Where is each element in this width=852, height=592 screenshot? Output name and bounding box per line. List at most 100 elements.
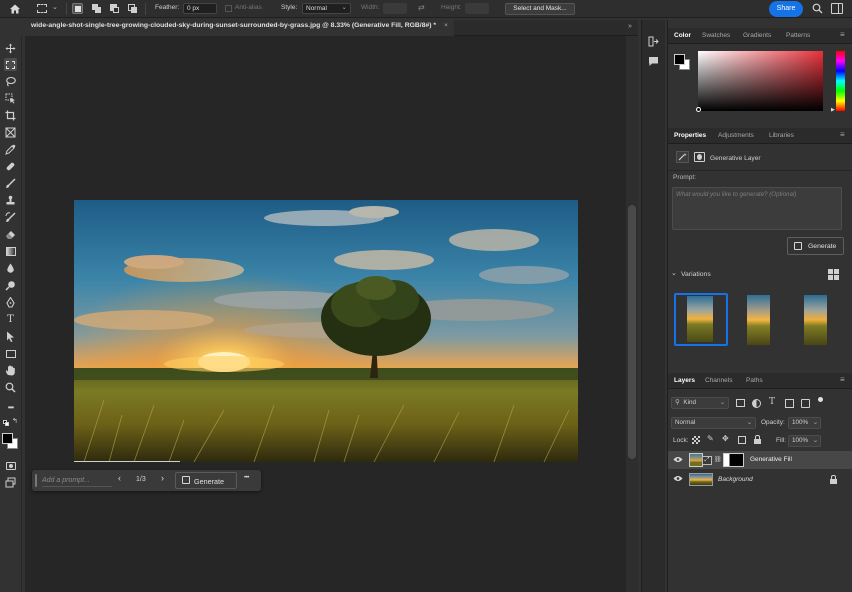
eraser-tool-icon[interactable]: [4, 228, 17, 241]
antialias-checkbox[interactable]: [225, 5, 232, 12]
properties-generate-button[interactable]: Generate: [787, 237, 844, 255]
style-select[interactable]: Normal ⌄: [302, 3, 351, 14]
comments-panel-icon[interactable]: [648, 56, 659, 67]
layer-filter-select[interactable]: ⚲ Kind ⌄: [671, 397, 729, 409]
marquee-tool-icon[interactable]: [4, 58, 17, 71]
foreground-color-swatch[interactable]: [2, 433, 13, 444]
search-icon[interactable]: [812, 3, 823, 14]
swap-colors-icon[interactable]: ↰: [12, 417, 18, 425]
tab-paths[interactable]: Paths: [746, 377, 763, 384]
canvas-image[interactable]: [74, 200, 578, 462]
chevron-down-icon[interactable]: ⌄: [52, 3, 58, 11]
foreground-color-chip[interactable]: [674, 54, 685, 65]
healing-brush-tool-icon[interactable]: [4, 160, 17, 173]
filter-type-icon[interactable]: T: [769, 397, 775, 407]
intersect-selection-icon[interactable]: [127, 3, 138, 14]
filter-adjustment-icon[interactable]: [752, 399, 761, 408]
more-tools-icon[interactable]: •••: [4, 401, 17, 414]
layers-empty-area[interactable]: [668, 489, 852, 592]
tab-layers[interactable]: Layers: [674, 377, 695, 384]
scrollbar-thumb[interactable]: [628, 205, 636, 459]
tab-color[interactable]: Color: [674, 32, 691, 39]
workspace-icon[interactable]: [831, 3, 843, 14]
type-tool-icon[interactable]: T: [4, 313, 17, 326]
lock-transparency-icon[interactable]: [692, 436, 700, 444]
crop-tool-icon[interactable]: [4, 109, 17, 122]
prompt-input[interactable]: Add a prompt...: [42, 474, 112, 487]
height-input[interactable]: [465, 3, 489, 14]
default-colors-icon[interactable]: [3, 420, 9, 426]
visibility-eye-icon[interactable]: [673, 475, 683, 482]
chevron-double-icon[interactable]: »: [628, 23, 632, 30]
document-tab[interactable]: wide-angle-shot-single-tree-growing-clou…: [25, 20, 454, 36]
color-field[interactable]: [698, 51, 823, 111]
move-tool-icon[interactable]: [4, 42, 17, 55]
eyedropper-tool-icon[interactable]: [4, 143, 17, 156]
pen-tool-icon[interactable]: [4, 296, 17, 309]
clone-stamp-tool-icon[interactable]: [4, 194, 17, 207]
close-icon[interactable]: ×: [444, 22, 448, 29]
add-to-selection-icon[interactable]: [91, 3, 102, 14]
screen-mode-icon[interactable]: [4, 476, 17, 489]
layer-row-generative-fill[interactable]: ⤢ ⛓ Generative Fill: [668, 451, 852, 469]
tab-channels[interactable]: Channels: [705, 377, 732, 384]
share-button[interactable]: Share: [769, 1, 803, 17]
collapse-chevron-icon[interactable]: ⌄: [671, 269, 677, 277]
hue-slider-handle[interactable]: ▶: [831, 107, 835, 113]
path-selection-tool-icon[interactable]: [4, 330, 17, 343]
panel-menu-icon[interactable]: ≡: [840, 30, 845, 39]
layer-mask-thumbnail[interactable]: [723, 453, 744, 467]
width-input[interactable]: [383, 3, 407, 14]
blur-tool-icon[interactable]: [4, 262, 17, 275]
rectangular-marquee-preset-icon[interactable]: [37, 4, 47, 13]
layer-name[interactable]: Generative Fill: [750, 456, 792, 463]
lock-image-icon[interactable]: ✎: [707, 434, 714, 443]
variation-thumbnail-3[interactable]: [804, 295, 827, 345]
tab-libraries[interactable]: Libraries: [769, 132, 794, 139]
hue-slider[interactable]: [836, 51, 845, 111]
new-selection-icon[interactable]: [72, 3, 83, 14]
lasso-tool-icon[interactable]: [4, 75, 17, 88]
variation-thumbnail-1[interactable]: [674, 293, 728, 346]
hand-tool-icon[interactable]: [4, 364, 17, 377]
filter-toggle-icon[interactable]: [818, 397, 823, 402]
history-brush-tool-icon[interactable]: [4, 211, 17, 224]
dodge-tool-icon[interactable]: [4, 279, 17, 292]
filter-pixel-icon[interactable]: [736, 399, 745, 407]
opacity-input[interactable]: 100% ⌄: [788, 417, 821, 429]
object-selection-tool-icon[interactable]: [4, 92, 17, 105]
previous-variation-icon[interactable]: ‹: [118, 473, 121, 483]
layer-name[interactable]: Background: [718, 476, 753, 483]
panel-menu-icon[interactable]: ≡: [840, 375, 845, 384]
chain-link-icon[interactable]: ⛓: [714, 456, 722, 463]
home-icon[interactable]: [9, 3, 21, 15]
gradient-tool-icon[interactable]: [4, 245, 17, 258]
zoom-tool-icon[interactable]: [4, 381, 17, 394]
tab-adjustments[interactable]: Adjustments: [718, 132, 754, 139]
frame-tool-icon[interactable]: [4, 126, 17, 139]
visibility-eye-icon[interactable]: [673, 456, 683, 463]
prompt-textarea[interactable]: What would you like to generate? (Option…: [672, 187, 842, 230]
swap-dimensions-icon[interactable]: ⇄: [418, 3, 425, 12]
tab-patterns[interactable]: Patterns: [786, 32, 810, 39]
tab-properties[interactable]: Properties: [674, 132, 706, 139]
drag-handle[interactable]: [35, 474, 37, 487]
tab-gradients[interactable]: Gradients: [743, 32, 771, 39]
feather-input[interactable]: 0 px: [183, 3, 217, 14]
tab-swatches[interactable]: Swatches: [702, 32, 730, 39]
blend-mode-select[interactable]: Normal ⌄: [671, 417, 756, 429]
quick-mask-icon[interactable]: [4, 459, 17, 472]
layer-row-background[interactable]: Background: [668, 470, 852, 488]
fill-input[interactable]: 100% ⌄: [788, 435, 821, 447]
history-panel-icon[interactable]: [648, 36, 659, 47]
subtract-from-selection-icon[interactable]: [109, 3, 120, 14]
lock-all-icon[interactable]: [754, 435, 761, 444]
variation-thumbnail-2[interactable]: [747, 295, 770, 345]
select-and-mask-button[interactable]: Select and Mask...: [505, 3, 575, 15]
lock-artboard-icon[interactable]: [738, 436, 746, 444]
grid-view-icon[interactable]: [828, 269, 839, 280]
lock-position-icon[interactable]: ✥: [722, 434, 729, 443]
generate-button[interactable]: Generate: [175, 472, 237, 489]
brush-tool-icon[interactable]: [4, 177, 17, 190]
panel-menu-icon[interactable]: ≡: [840, 130, 845, 139]
